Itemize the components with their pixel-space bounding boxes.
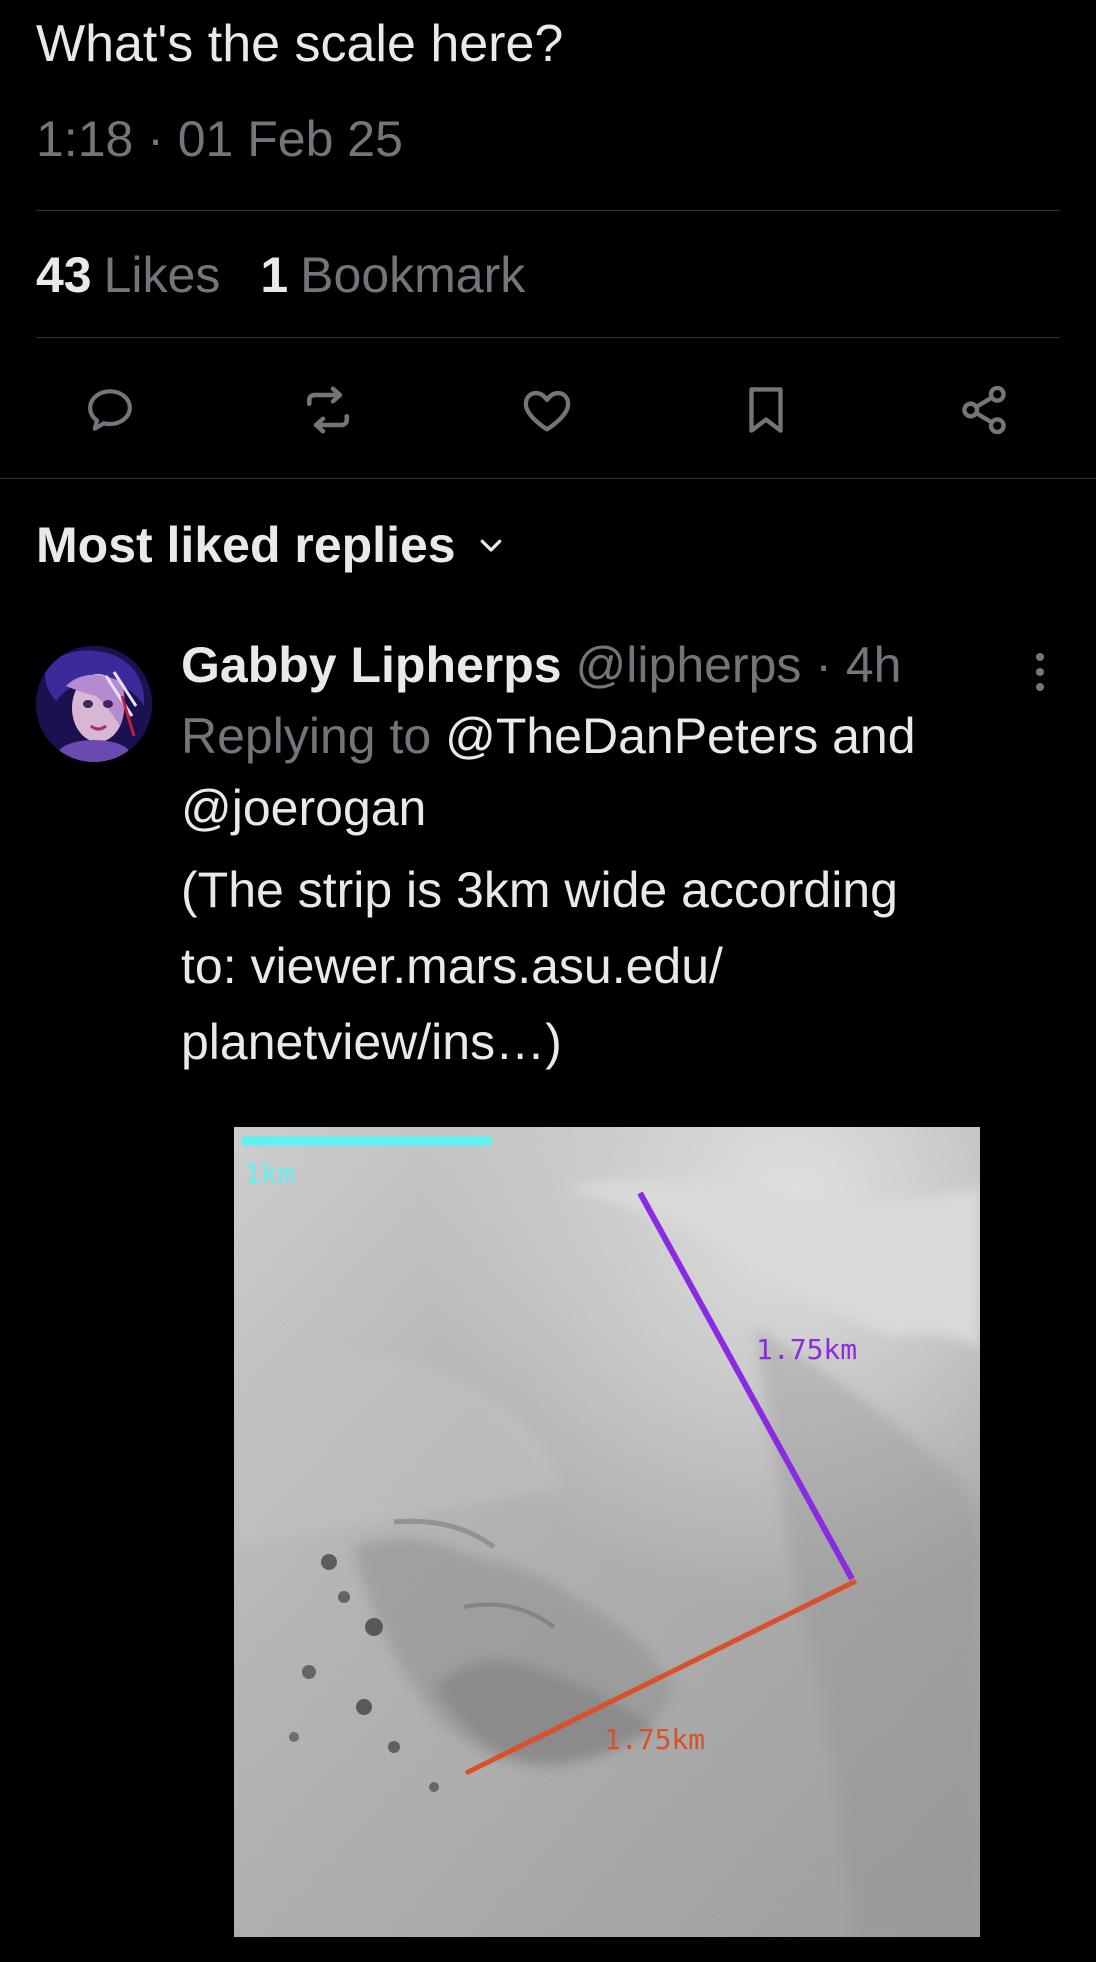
likes-label: Likes xyxy=(103,247,221,303)
replying-prefix: Replying to xyxy=(181,708,432,764)
repost-button[interactable] xyxy=(288,370,368,450)
reply-body-line[interactable]: planetview/ins…) xyxy=(181,1004,1041,1080)
tweet-timestamp[interactable]: 1:18 · 01 Feb 25 xyxy=(36,104,403,174)
share-button[interactable] xyxy=(944,370,1024,450)
divider-stats xyxy=(36,337,1060,338)
replying-mention-1[interactable]: @TheDanPeters xyxy=(445,708,818,764)
repost-icon xyxy=(307,386,349,434)
bookmarks-label: Bookmark xyxy=(300,247,526,303)
action-bar xyxy=(0,370,1096,450)
reply-media-image[interactable]: 1km 1.75km 1.75km xyxy=(234,1127,980,1937)
tweet-text: What's the scale here? xyxy=(36,15,564,73)
reply-header: Gabby Lipherps @lipherps · 4h xyxy=(181,630,901,700)
reply-body-line[interactable]: to: viewer.mars.asu.edu/ xyxy=(181,928,1041,1004)
replies-section-title: Most liked replies xyxy=(36,517,456,573)
share-icon xyxy=(962,385,1006,435)
more-vertical-icon xyxy=(1036,653,1044,691)
chevron-down-icon xyxy=(480,539,501,552)
replies-sort-dropdown[interactable]: Most liked replies xyxy=(36,510,506,580)
measure-label-orange: 1.75km xyxy=(604,1723,705,1756)
reply-author-handle[interactable]: @lipherps xyxy=(576,637,802,693)
bookmark-button[interactable] xyxy=(726,370,806,450)
divider-top xyxy=(36,210,1060,211)
reply-icon xyxy=(88,389,132,431)
avatar[interactable] xyxy=(36,646,152,762)
reply-body-line: (The strip is 3km wide according xyxy=(181,862,898,918)
replying-and: and xyxy=(832,708,916,764)
replying-to: Replying to @TheDanPeters and @joerogan xyxy=(181,700,1041,844)
divider-section xyxy=(0,478,1096,479)
reply-body: (The strip is 3km wide according to: vie… xyxy=(181,852,1041,1080)
more-options-button[interactable] xyxy=(1020,646,1060,698)
likes-stat[interactable]: 43 Likes xyxy=(36,240,220,310)
mars-terrain-image: 1km 1.75km 1.75km xyxy=(234,1127,980,1937)
likes-count: 43 xyxy=(36,247,92,303)
reply-author-name[interactable]: Gabby Lipherps xyxy=(181,637,562,693)
reply-button[interactable] xyxy=(70,370,150,450)
tweet-stats: 43 Likes 1 Bookmark xyxy=(36,240,525,310)
like-button[interactable] xyxy=(507,370,587,450)
reply-time[interactable]: 4h xyxy=(846,637,902,693)
bookmarks-stat[interactable]: 1 Bookmark xyxy=(260,240,525,310)
avatar-image xyxy=(36,646,152,762)
heart-icon xyxy=(523,390,571,432)
reply-separator: · xyxy=(815,637,832,693)
bookmark-icon xyxy=(749,387,783,433)
scale-label: 1km xyxy=(244,1157,295,1190)
bookmarks-count: 1 xyxy=(260,247,289,303)
replying-mention-2[interactable]: @joerogan xyxy=(181,780,426,836)
measure-label-purple: 1.75km xyxy=(756,1333,857,1366)
